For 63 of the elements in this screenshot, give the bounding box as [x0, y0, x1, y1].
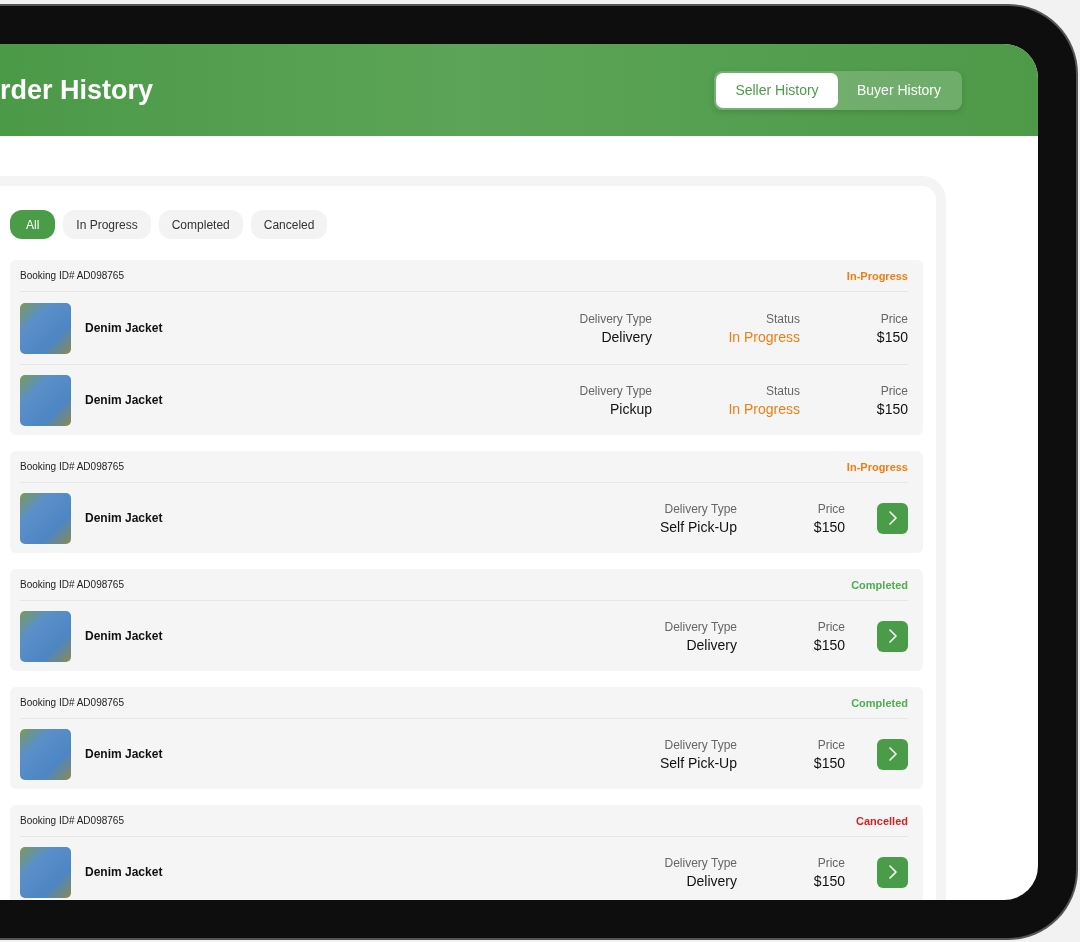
field-value: In Progress [728, 328, 800, 345]
filter-chip[interactable]: Canceled [250, 210, 328, 239]
order-status: In-Progress [846, 460, 908, 473]
field-value: Delivery [686, 636, 737, 653]
order-status: Completed [851, 696, 908, 709]
open-order-button[interactable] [877, 856, 908, 888]
order-status: In-Progress [846, 269, 908, 282]
order-status: Cancelled [856, 814, 908, 827]
field-value: $150 [876, 400, 908, 417]
photo-placeholder [20, 728, 71, 780]
product-name: Denim Jacket [85, 511, 164, 525]
field-value: Delivery [686, 872, 737, 889]
open-order-button[interactable] [877, 502, 908, 534]
filter-chip[interactable]: Completed [158, 210, 243, 239]
field-value: $150 [813, 636, 845, 653]
chevron-right-icon [887, 864, 898, 880]
page-title: rder History [0, 74, 154, 106]
field-label: Delivery Type [664, 619, 737, 634]
field-value: Self Pick-Up [659, 754, 737, 771]
booking-id: Booking ID# AD098765 [20, 579, 124, 590]
booking-id: Booking ID# AD098765 [20, 815, 124, 826]
chevron-right-icon [887, 746, 898, 762]
field-value: In Progress [728, 400, 800, 417]
field-label: Price [880, 311, 908, 326]
field-label: Price [817, 737, 845, 752]
field-value: Pickup [609, 400, 652, 417]
field-value: $150 [813, 872, 845, 889]
order-status: Completed [851, 578, 908, 591]
open-order-button[interactable] [877, 620, 908, 652]
field-label: Delivery Type [664, 737, 737, 752]
photo-placeholder [20, 492, 71, 544]
field-label: Status [765, 383, 800, 398]
field-label: Delivery Type [579, 383, 652, 398]
booking-id: Booking ID# AD098765 [20, 270, 124, 281]
field-label: Delivery Type [579, 311, 652, 326]
photo-placeholder [20, 374, 71, 426]
booking-id: Booking ID# AD098765 [20, 461, 124, 472]
photo-placeholder [20, 846, 71, 898]
product-name: Denim Jacket [85, 393, 164, 407]
product-name: Denim Jacket [85, 865, 164, 879]
chevron-right-icon [887, 628, 898, 644]
field-value: $150 [813, 754, 845, 771]
product-name: Denim Jacket [85, 747, 164, 761]
field-label: Price [880, 383, 908, 398]
field-label: Delivery Type [664, 501, 737, 516]
field-label: Price [817, 619, 845, 634]
field-label: Price [817, 855, 845, 870]
booking-id: Booking ID# AD098765 [20, 697, 124, 708]
field-label: Status [765, 311, 800, 326]
filter-chip[interactable]: In Progress [63, 210, 151, 239]
product-name: Denim Jacket [85, 321, 164, 335]
photo-placeholder [20, 302, 71, 354]
open-order-button[interactable] [877, 738, 908, 770]
field-value: Self Pick-Up [659, 518, 737, 535]
chevron-right-icon [887, 510, 898, 526]
photo-placeholder [20, 610, 71, 662]
product-name: Denim Jacket [85, 629, 164, 643]
field-label: Price [817, 501, 845, 516]
field-value: $150 [813, 518, 845, 535]
field-value: Delivery [601, 328, 652, 345]
field-value: $150 [876, 328, 908, 345]
history-tab[interactable]: Seller History [716, 72, 838, 108]
field-label: Delivery Type [664, 855, 737, 870]
